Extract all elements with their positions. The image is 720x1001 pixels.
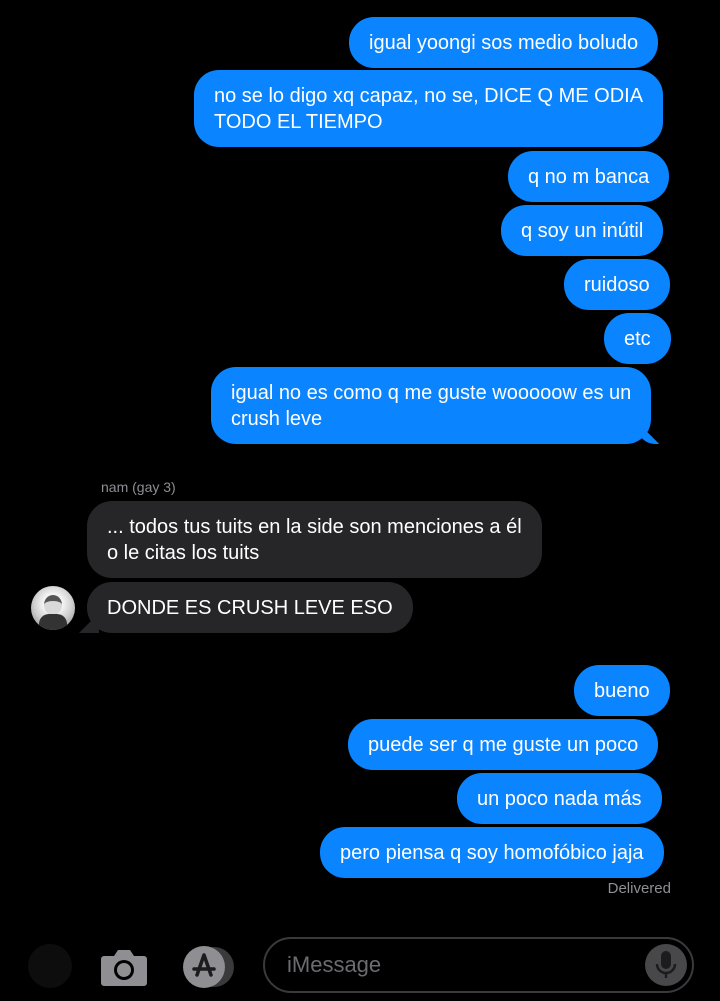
sender-name: nam (gay 3)	[101, 479, 176, 495]
avatar-face	[44, 595, 62, 615]
outgoing-message[interactable]: puede ser q me guste un poco	[348, 719, 659, 770]
app-store-icon	[183, 946, 234, 988]
outgoing-message[interactable]: igual no es como q me guste wooooow es u…	[211, 367, 652, 444]
outgoing-message[interactable]: bueno	[574, 665, 670, 716]
outgoing-message[interactable]: igual yoongi sos medio boludo	[349, 17, 659, 68]
outgoing-message[interactable]: un poco nada más	[457, 773, 662, 824]
avatar[interactable]	[31, 586, 75, 630]
delivery-status: Delivered	[607, 880, 671, 897]
message-input[interactable]	[263, 937, 694, 993]
outgoing-message[interactable]: q soy un inútil	[501, 205, 664, 256]
dictation-button[interactable]	[645, 944, 687, 986]
microphone-icon	[655, 951, 677, 978]
outgoing-message[interactable]: pero piensa q soy homofóbico jaja	[320, 827, 664, 878]
incoming-message[interactable]: DONDE ES CRUSH LEVE ESO	[87, 582, 413, 633]
outgoing-message[interactable]: q no m banca	[508, 151, 670, 202]
app-store-button[interactable]	[180, 945, 236, 989]
camera-button[interactable]	[100, 946, 148, 988]
messages-screen: igual yoongi sos medio boludo no se lo d…	[0, 0, 720, 1001]
outgoing-message[interactable]: no se lo digo xq capaz, no se, DICE Q ME…	[194, 70, 664, 147]
incoming-message[interactable]: ... todos tus tuits en la side son menci…	[87, 501, 542, 578]
camera-icon	[101, 950, 147, 986]
apps-drawer-button[interactable]	[28, 944, 72, 988]
avatar-body	[39, 614, 67, 630]
outgoing-message[interactable]: ruidoso	[564, 259, 670, 310]
outgoing-message[interactable]: etc	[604, 313, 671, 364]
